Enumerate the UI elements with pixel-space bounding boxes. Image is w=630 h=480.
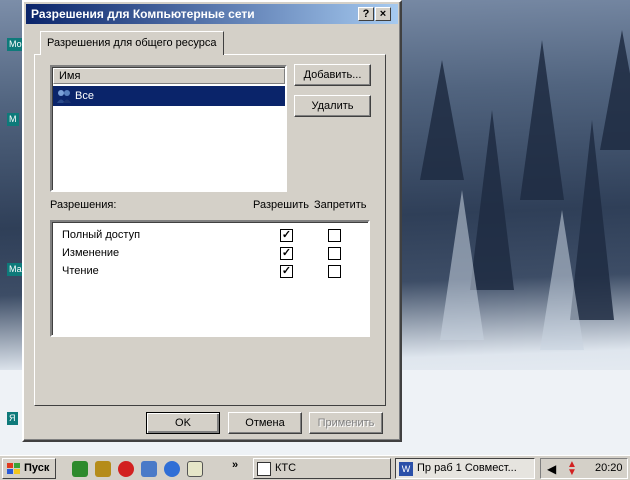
quicklaunch-overflow[interactable]: » [232, 459, 238, 471]
opera-icon[interactable] [118, 461, 134, 477]
windows-logo-icon [7, 463, 20, 474]
permissions-list[interactable]: Полный доступ ✓ Изменение ✓ Чтение ✓ [50, 220, 370, 337]
names-listbox[interactable]: Имя Все [50, 65, 287, 192]
cancel-button[interactable]: Отмена [228, 412, 302, 434]
remove-button[interactable]: Удалить [294, 95, 371, 117]
tree-shape [420, 60, 464, 180]
list-item-label: Все [75, 90, 94, 102]
language-icon[interactable]: ▲ ▼ [567, 460, 577, 478]
apply-button[interactable]: Применить [309, 412, 383, 434]
deny-checkbox[interactable] [328, 229, 341, 242]
notepad-icon[interactable] [187, 461, 203, 477]
tree-shape [520, 40, 564, 200]
help-button[interactable]: ? [358, 7, 374, 21]
task-button-word[interactable]: W Пр раб 1 Совмест... [395, 458, 535, 479]
deny-checkbox[interactable] [328, 265, 341, 278]
network-icon[interactable] [141, 461, 157, 477]
system-tray: ◀ ▲ ▼ 20:20 [540, 458, 628, 479]
tree-shape [540, 210, 584, 350]
permissions-label: Разрешения: [50, 199, 117, 211]
group-icon [57, 90, 71, 103]
word-icon: W [399, 462, 413, 476]
tree-shape [600, 30, 630, 150]
permission-row: Изменение ✓ [62, 245, 362, 262]
allow-checkbox[interactable]: ✓ [280, 247, 293, 260]
ok-button[interactable]: OK [146, 412, 220, 434]
allow-checkbox[interactable]: ✓ [280, 265, 293, 278]
permission-name: Чтение [62, 265, 99, 277]
desktop-icon-label[interactable]: Я [7, 412, 18, 425]
ie-icon[interactable] [164, 461, 180, 477]
task-label: Пр раб 1 Совмест... [417, 462, 517, 474]
task-button-kts[interactable]: КТС [253, 458, 391, 479]
tab-label: Разрешения для общего ресурса [47, 37, 217, 49]
close-icon: × [379, 8, 387, 20]
window-icon [257, 462, 271, 476]
start-label: Пуск [24, 462, 50, 474]
deny-header: Запретить [314, 199, 367, 211]
permission-name: Изменение [62, 247, 120, 259]
dialog-title: Разрешения для Компьютерные сети [31, 7, 255, 21]
add-button[interactable]: Добавить... [294, 64, 371, 86]
permissions-dialog: Разрешения для Компьютерные сети ? × Раз… [22, 0, 402, 442]
start-button[interactable]: Пуск [2, 458, 56, 479]
taskbar: Пуск » КТС W Пр раб 1 Совмест... ◀ ▲ ▼ 20… [0, 455, 630, 480]
messenger-icon[interactable] [95, 461, 111, 477]
names-header-label: Имя [59, 70, 81, 82]
task-label: КТС [275, 462, 297, 474]
names-column-header[interactable]: Имя [53, 68, 285, 84]
permission-row: Полный доступ ✓ [62, 227, 362, 244]
volume-icon[interactable]: ◀ [547, 462, 556, 476]
clock[interactable]: 20:20 [595, 462, 623, 474]
list-item[interactable]: Все [53, 86, 285, 106]
tab-share-permissions[interactable]: Разрешения для общего ресурса [40, 31, 224, 55]
permission-name: Полный доступ [62, 229, 141, 241]
allow-checkbox[interactable]: ✓ [280, 229, 293, 242]
close-button[interactable]: × [375, 7, 391, 21]
deny-checkbox[interactable] [328, 247, 341, 260]
tree-shape [440, 190, 484, 340]
allow-header: Разрешить [253, 199, 309, 211]
permission-row: Чтение ✓ [62, 263, 362, 280]
winamp-icon[interactable] [72, 461, 88, 477]
desktop-icon-label[interactable]: М [7, 113, 19, 126]
title-bar[interactable]: Разрешения для Компьютерные сети ? × [26, 4, 398, 24]
